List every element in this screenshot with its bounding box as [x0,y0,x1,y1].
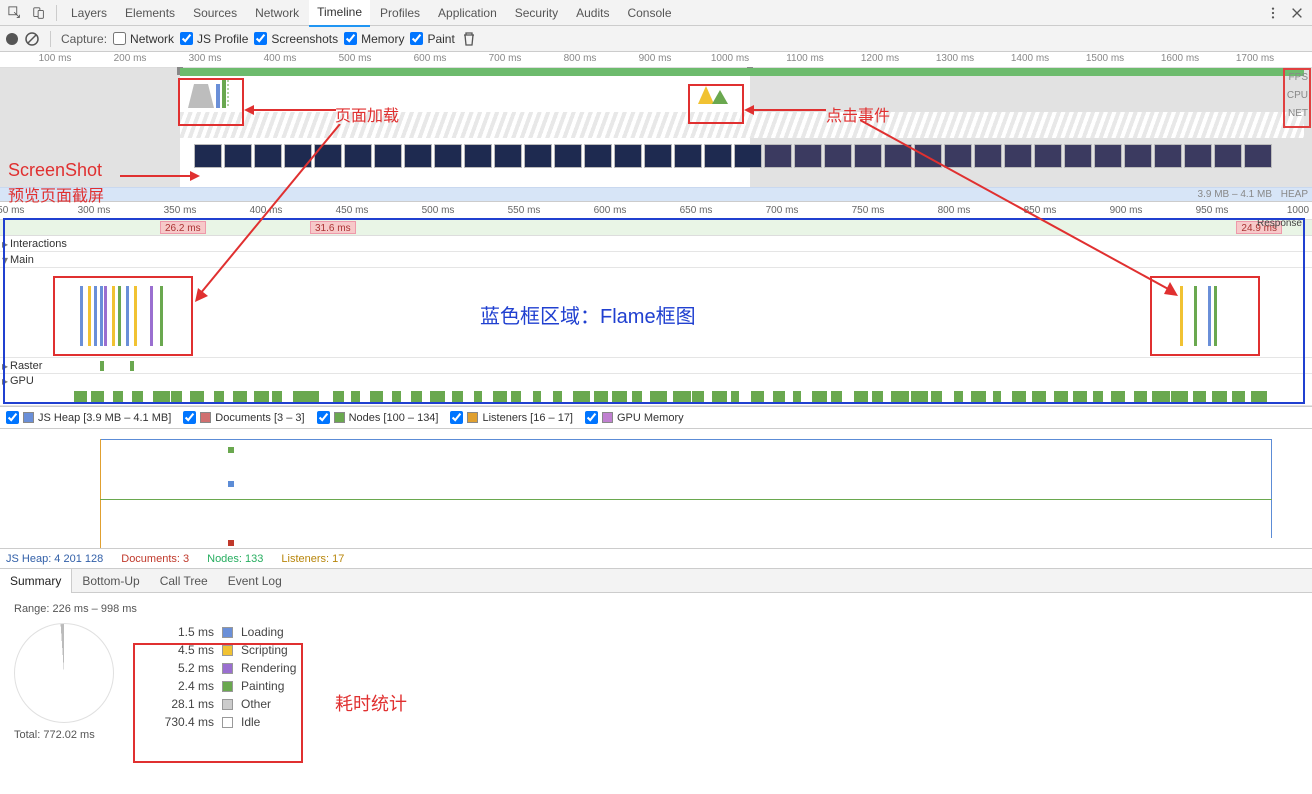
capture-jsprofile-label: JS Profile [197,32,248,46]
overview-ruler: 100 ms200 ms300 ms400 ms500 ms600 ms700 … [0,52,1312,68]
track-main-header[interactable]: ▾Main [0,252,1312,268]
status-documents: Documents: 3 [121,553,189,565]
devtools-main-toolbar: Layers Elements Sources Network Timeline… [0,0,1312,26]
summary-pie [14,623,114,723]
flame-ruler: 250 ms300 ms350 ms400 ms450 ms500 ms550 … [0,202,1312,220]
capture-network-label: Network [130,32,174,46]
capture-jsprofile[interactable]: JS Profile [180,32,248,46]
separator [56,5,57,21]
response-label: Response [1257,218,1302,229]
tab-network[interactable]: Network [247,0,307,26]
legend-jsheap[interactable]: JS Heap [3.9 MB – 4.1 MB] [6,411,171,424]
track-main[interactable] [0,268,1312,358]
tab-audits[interactable]: Audits [568,0,617,26]
tab-timeline[interactable]: Timeline [309,0,370,27]
timeline-overview[interactable]: 100 ms200 ms300 ms400 ms500 ms600 ms700 … [0,52,1312,202]
expand-icon[interactable]: ▸ [0,374,10,388]
track-main-label: Main [10,254,34,266]
capture-network[interactable]: Network [113,32,174,46]
capture-memory-label: Memory [361,32,404,46]
memory-line [100,439,1272,538]
legend-listeners[interactable]: Listeners [16 – 17] [450,411,573,424]
expand-icon[interactable]: ▸ [0,359,10,373]
status-listeners: Listeners: 17 [281,553,344,565]
capture-label: Capture: [61,32,107,46]
badge-a: 26.2 ms [160,221,206,234]
flame-badges: 26.2 ms 31.6 ms 24.9 ms [0,220,1312,236]
legend-gpumem-label: GPU Memory [617,412,684,424]
summary-total: Total: 772.02 ms [14,729,114,741]
legend-documents[interactable]: Documents [3 – 3] [183,411,304,424]
expand-icon[interactable]: ▸ [0,237,10,251]
track-interactions-label: Interactions [10,238,67,250]
tab-summary[interactable]: Summary [0,568,72,593]
flame-chart[interactable]: 250 ms300 ms350 ms400 ms450 ms500 ms550 … [0,202,1312,407]
track-gpu-label: GPU [10,375,34,387]
overview-screenshots [194,144,1304,172]
overview-fps-strip [0,68,1312,104]
capture-memory[interactable]: Memory [344,32,404,46]
tab-profiles[interactable]: Profiles [372,0,428,26]
track-raster[interactable]: ▸Raster [0,358,1312,374]
tab-eventlog[interactable]: Event Log [218,569,292,593]
legend-jsheap-label: JS Heap [3.9 MB – 4.1 MB] [38,412,171,424]
badge-b: 31.6 ms [310,221,356,234]
status-jsheap: JS Heap: 4 201 128 [6,553,103,565]
track-raster-label: Raster [10,360,42,372]
capture-paint-label: Paint [427,32,454,46]
trash-icon[interactable] [461,31,477,47]
memory-chart[interactable] [0,429,1312,549]
memory-marker-blue [228,481,234,487]
overview-heap [0,187,1312,201]
summary-range: Range: 226 ms – 998 ms [14,603,1298,615]
overview-heap-right-label: HEAP [1281,189,1308,200]
collapse-icon[interactable]: ▾ [0,253,10,267]
memory-status: JS Heap: 4 201 128 Documents: 3 Nodes: 1… [0,549,1312,569]
memory-marker-red [228,540,234,546]
track-gpu-header[interactable]: ▸GPU [0,374,1312,388]
inspect-element-icon[interactable] [4,3,26,23]
capture-paint[interactable]: Paint [410,32,454,46]
legend-listeners-label: Listeners [16 – 17] [482,412,573,424]
summary-panel: Range: 226 ms – 998 ms Total: 772.02 ms … [0,593,1312,761]
legend-gpumem[interactable]: GPU Memory [585,411,684,424]
track-gpu[interactable] [0,388,1312,406]
capture-screenshots[interactable]: Screenshots [254,32,338,46]
close-icon[interactable] [1286,3,1308,23]
separator [50,31,51,47]
memory-legend: JS Heap [3.9 MB – 4.1 MB] Documents [3 –… [0,407,1312,429]
overview-heap-label: 3.9 MB – 4.1 MB [1198,189,1272,200]
tab-layers[interactable]: Layers [63,0,115,26]
record-button[interactable] [6,33,18,45]
tab-application[interactable]: Application [430,0,505,26]
timeline-toolbar: Capture: Network JS Profile Screenshots … [0,26,1312,52]
legend-documents-label: Documents [3 – 3] [215,412,304,424]
clear-icon[interactable] [24,31,40,47]
tab-calltree[interactable]: Call Tree [150,569,218,593]
track-interactions[interactable]: ▸Interactions [0,236,1312,252]
summary-legend: 1.5 msLoading4.5 msScripting5.2 msRender… [154,623,296,731]
tab-elements[interactable]: Elements [117,0,183,26]
annotation-box-side-labels [1283,68,1311,128]
tab-sources[interactable]: Sources [185,0,245,26]
legend-nodes[interactable]: Nodes [100 – 134] [317,411,439,424]
memory-nodes-line [100,499,1272,500]
tab-console[interactable]: Console [619,0,679,26]
legend-nodes-label: Nodes [100 – 134] [349,412,439,424]
device-toggle-icon[interactable] [28,3,50,23]
kebab-menu-icon[interactable] [1262,3,1284,23]
tab-bottomup[interactable]: Bottom-Up [72,569,149,593]
status-nodes: Nodes: 133 [207,553,263,565]
tab-security[interactable]: Security [507,0,566,26]
capture-screenshots-label: Screenshots [271,32,338,46]
overview-cpu-strip [180,112,1304,138]
memory-listener-line [100,439,101,548]
memory-marker-green [228,447,234,453]
details-tabs: Summary Bottom-Up Call Tree Event Log [0,569,1312,593]
